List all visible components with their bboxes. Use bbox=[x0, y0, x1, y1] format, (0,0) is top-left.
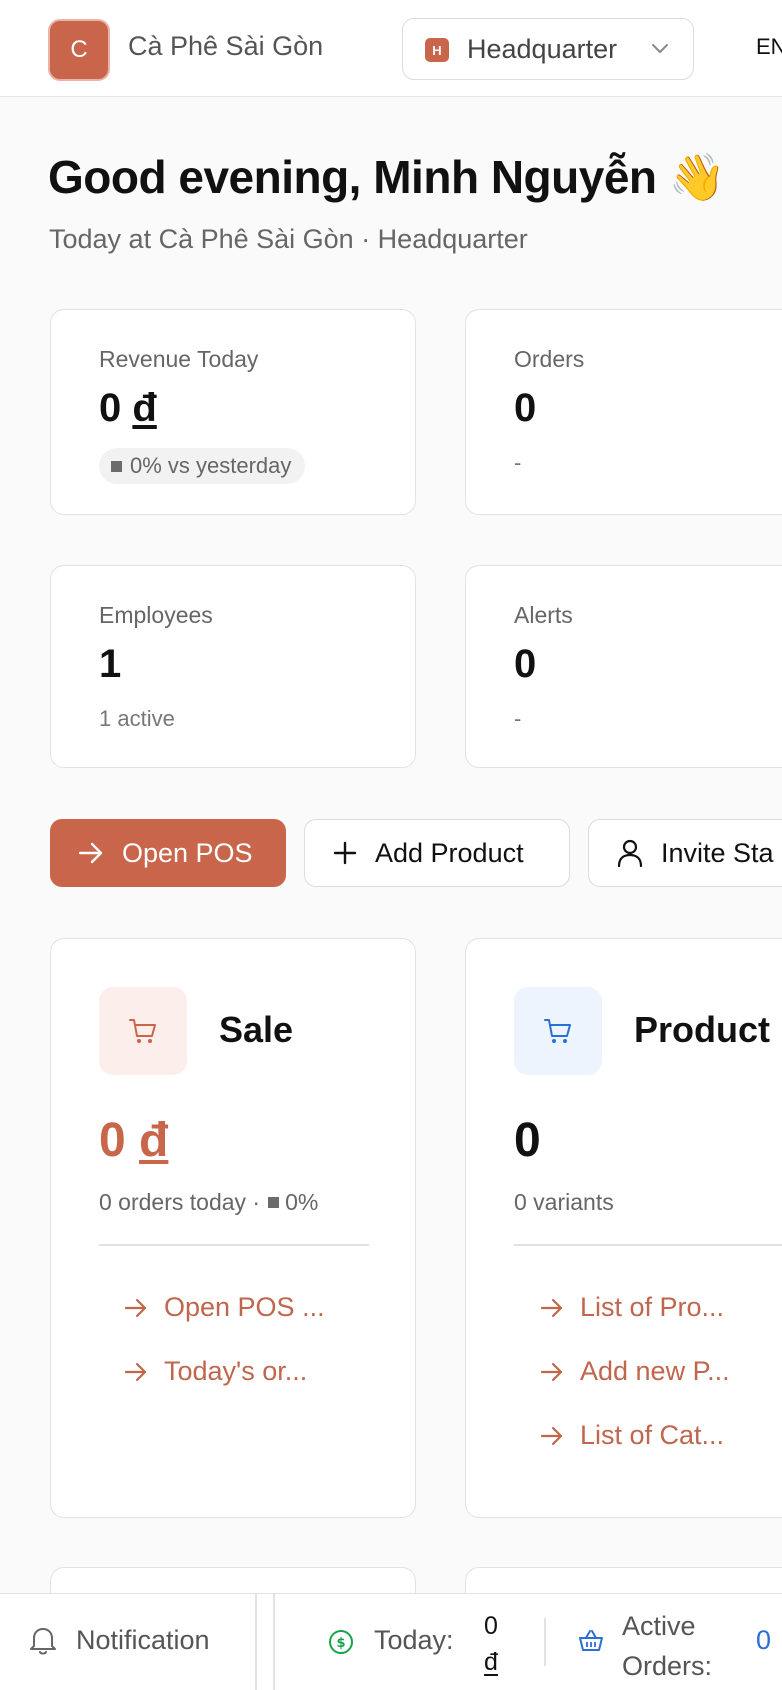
link-label: Open POS ... bbox=[164, 1292, 325, 1322]
dollar-circle-icon: $ bbox=[329, 1630, 353, 1654]
arrow-right-icon bbox=[540, 1362, 563, 1381]
invite-staff-label: Invite Sta bbox=[661, 837, 774, 868]
module-title: Product bbox=[634, 1009, 771, 1050]
link-label: Add new P... bbox=[580, 1356, 730, 1386]
arrow-right-icon bbox=[540, 1426, 563, 1445]
divider bbox=[99, 1244, 369, 1246]
stat-value: 0 bbox=[514, 386, 537, 430]
sale-orders-today: 0 orders today · bbox=[99, 1189, 261, 1215]
cart-icon bbox=[129, 1019, 156, 1043]
revenue-amount: 0 bbox=[99, 386, 122, 430]
stat-sub: - bbox=[514, 450, 522, 475]
stat-label: Alerts bbox=[514, 602, 573, 628]
active-orders-label-line1: Active bbox=[622, 1611, 696, 1641]
link-label: List of Cat... bbox=[580, 1420, 725, 1450]
today-label: Today: bbox=[374, 1625, 454, 1655]
arrow-right-icon bbox=[78, 842, 103, 864]
notification-button[interactable]: Notification bbox=[28, 1624, 210, 1656]
stat-card-orders: Orders 0 - bbox=[465, 309, 782, 515]
stat-value: 0 bbox=[514, 642, 537, 686]
stat-label: Revenue Today bbox=[99, 346, 259, 372]
stat-label: Employees bbox=[99, 602, 213, 628]
bell-icon bbox=[30, 1628, 56, 1655]
neutral-square-icon bbox=[268, 1197, 280, 1208]
divider bbox=[273, 1594, 275, 1690]
stat-card-revenue: Revenue Today 0 đ 0% vs yesterday bbox=[50, 309, 416, 515]
shop-name[interactable]: Cà Phê Sài Gòn bbox=[128, 31, 323, 62]
user-icon bbox=[617, 839, 643, 867]
product-link-list[interactable]: List of Pro... bbox=[540, 1292, 724, 1323]
branch-selector[interactable]: H Headquarter bbox=[402, 18, 694, 80]
cart-icon bbox=[544, 1019, 571, 1043]
divider bbox=[514, 1244, 782, 1246]
divider bbox=[544, 1618, 546, 1666]
divider bbox=[255, 1594, 257, 1690]
basket-icon bbox=[579, 1630, 603, 1651]
top-bar: C Cà Phê Sài Gòn H Headquarter EN bbox=[0, 0, 782, 97]
svg-text:$: $ bbox=[336, 1636, 345, 1651]
shop-logo-letter: C bbox=[70, 36, 88, 63]
sale-change: 0% bbox=[285, 1189, 319, 1215]
open-pos-button[interactable]: Open POS bbox=[50, 819, 286, 887]
module-sub: 0 variants bbox=[514, 1189, 614, 1215]
language-switcher[interactable]: EN bbox=[756, 34, 782, 60]
change-text: 0% vs yesterday bbox=[130, 453, 292, 478]
plus-icon bbox=[333, 841, 357, 865]
product-link-categories[interactable]: List of Cat... bbox=[540, 1420, 724, 1451]
module-title: Sale bbox=[219, 1009, 294, 1050]
add-product-label: Add Product bbox=[375, 837, 524, 868]
sale-link-todays-orders[interactable]: Today's or... bbox=[124, 1356, 307, 1387]
link-label: Today's or... bbox=[164, 1356, 308, 1386]
active-orders-label-line2: Orders: bbox=[622, 1651, 713, 1681]
stat-card-employees: Employees 1 1 active bbox=[50, 565, 416, 768]
stat-sub: 1 active bbox=[99, 706, 175, 731]
notification-label: Notification bbox=[76, 1624, 210, 1655]
page-title: Good evening, Minh Nguyễn 👋 bbox=[48, 151, 726, 203]
module-sub: 0 orders today · 0% bbox=[99, 1189, 318, 1216]
active-orders-value[interactable]: 0 bbox=[756, 1625, 771, 1656]
add-product-button[interactable]: Add Product bbox=[304, 819, 570, 887]
today-amount: 0 bbox=[484, 1612, 498, 1640]
stat-card-alerts: Alerts 0 - bbox=[465, 565, 782, 768]
sale-link-open-pos[interactable]: Open POS ... bbox=[124, 1292, 325, 1323]
product-icon-tile bbox=[514, 987, 602, 1075]
currency-symbol: đ bbox=[132, 386, 157, 430]
branch-name: Headquarter bbox=[467, 34, 618, 64]
arrow-right-icon bbox=[124, 1298, 147, 1317]
chevron-down-icon bbox=[652, 44, 668, 53]
module-card-sale: Sale 0 đ 0 orders today · 0% Open POS ..… bbox=[50, 938, 416, 1518]
stat-value: 1 bbox=[99, 642, 122, 686]
sale-amount: 0 bbox=[99, 1114, 126, 1167]
bottom-status-bar: Notification $ Today: 0 đ Active Orders:… bbox=[0, 1593, 782, 1690]
product-link-add-new[interactable]: Add new P... bbox=[540, 1356, 730, 1387]
stat-value: 0 đ bbox=[99, 386, 157, 431]
module-value: 0 bbox=[514, 1114, 541, 1167]
change-badge: 0% vs yesterday bbox=[99, 448, 306, 484]
active-orders-label: Active Orders: bbox=[622, 1606, 712, 1686]
shop-logo[interactable]: C bbox=[48, 19, 110, 81]
link-label: List of Pro... bbox=[580, 1292, 725, 1322]
page-subtitle: Today at Cà Phê Sài Gòn · Headquarter bbox=[49, 224, 528, 254]
invite-staff-button[interactable]: Invite Sta bbox=[588, 819, 782, 887]
today-value: 0 đ bbox=[480, 1608, 502, 1680]
open-pos-label: Open POS bbox=[122, 837, 253, 868]
neutral-square-icon bbox=[111, 460, 122, 472]
stat-sub: - bbox=[514, 706, 522, 731]
branch-badge: H bbox=[425, 38, 449, 62]
arrow-right-icon bbox=[124, 1362, 147, 1381]
stat-label: Orders bbox=[514, 346, 585, 372]
arrow-right-icon bbox=[540, 1298, 563, 1317]
currency-symbol: đ bbox=[139, 1114, 169, 1167]
currency-symbol: đ bbox=[484, 1648, 498, 1676]
sale-icon-tile bbox=[99, 987, 187, 1075]
module-value: 0 đ bbox=[99, 1113, 168, 1168]
